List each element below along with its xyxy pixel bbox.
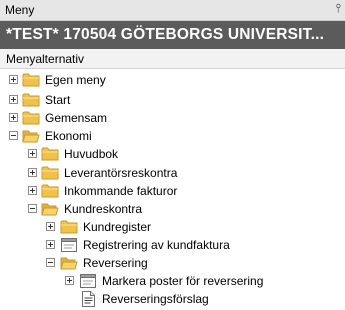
folder-icon — [41, 166, 59, 180]
tree-item-label: Reverseringsförslag — [102, 292, 209, 306]
collapse-icon[interactable] — [9, 131, 18, 140]
collapse-icon[interactable] — [28, 204, 37, 213]
tree-item-label: Registrering av kundfaktura — [83, 238, 230, 252]
collapse-icon[interactable] — [46, 258, 55, 267]
folder-icon — [22, 73, 40, 87]
tree-item-label: Ekonomi — [45, 129, 92, 143]
folder-icon — [60, 220, 78, 234]
expand-icon[interactable] — [9, 95, 18, 104]
folder-icon — [22, 93, 40, 107]
tree-item-label: Reversering — [83, 256, 148, 270]
open-folder-icon — [60, 257, 78, 270]
expand-icon[interactable] — [46, 240, 55, 249]
tree-item-label: Markera poster för reversering — [102, 274, 264, 288]
open-folder-icon — [22, 130, 40, 143]
pin-icon[interactable]: ⫯ — [336, 1, 341, 16]
expand-icon[interactable] — [9, 75, 18, 84]
window-titlebar: Meny ⫯ — [0, 0, 345, 21]
report-document-icon — [82, 291, 95, 307]
tree-item-label: Gemensam — [45, 111, 108, 125]
tree-item-label: Leverantörsreskontra — [64, 166, 178, 180]
folder-icon — [41, 184, 59, 198]
tree-item-label: Inkommande fakturor — [64, 184, 178, 198]
environment-banner: *TEST* 170504 GÖTEBORGS UNIVERSIT... — [0, 21, 345, 49]
expand-icon[interactable] — [28, 149, 37, 158]
expand-icon[interactable] — [65, 276, 74, 285]
window-title: Meny — [5, 3, 35, 17]
tree-item-label: Egen meny — [45, 73, 106, 87]
expand-icon[interactable] — [46, 222, 55, 231]
folder-icon — [41, 147, 59, 161]
tree-item-reverseringsforslag[interactable]: Reverseringsförslag — [0, 288, 345, 310]
folder-icon — [22, 111, 40, 125]
expand-icon[interactable] — [9, 113, 18, 122]
tree-item-label: Kundregister — [83, 220, 152, 234]
menu-tree: Egen meny Start Gemensam Ekonomi Huvudbo… — [0, 69, 345, 308]
tree-item-label: Huvudbok — [64, 147, 119, 161]
section-header: Menyalternativ — [0, 49, 345, 69]
banner-text: *TEST* 170504 GÖTEBORGS UNIVERSIT... — [6, 26, 325, 43]
tree-item-label: Start — [45, 93, 71, 107]
expand-icon[interactable] — [28, 186, 37, 195]
open-folder-icon — [41, 203, 59, 216]
tree-item-label: Kundreskontra — [64, 202, 143, 216]
expand-icon[interactable] — [28, 168, 37, 177]
tree-item-egen-meny[interactable]: Egen meny — [0, 69, 345, 91]
section-label: Menyalternativ — [6, 52, 85, 66]
